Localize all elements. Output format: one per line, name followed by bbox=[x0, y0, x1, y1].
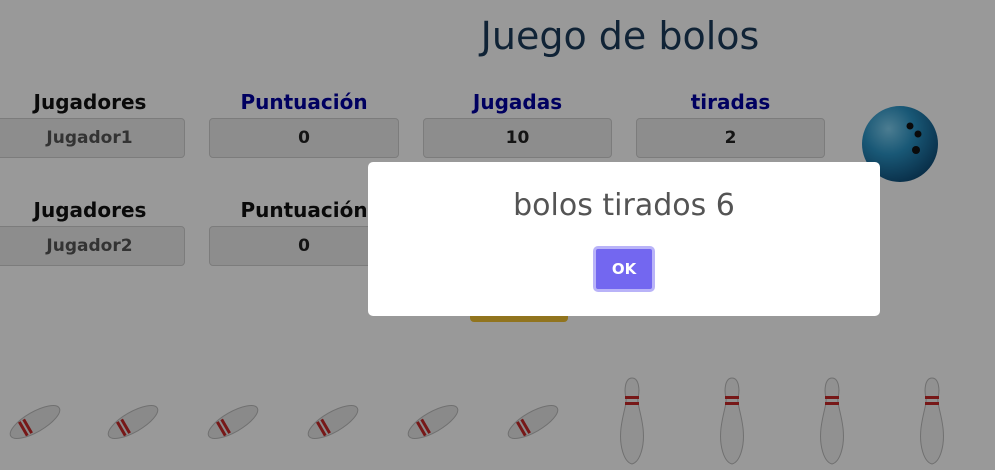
ok-button[interactable]: OK bbox=[593, 246, 655, 292]
alert-dialog: bolos tirados 6 OK bbox=[368, 162, 880, 316]
dialog-message: bolos tirados 6 bbox=[513, 188, 735, 223]
